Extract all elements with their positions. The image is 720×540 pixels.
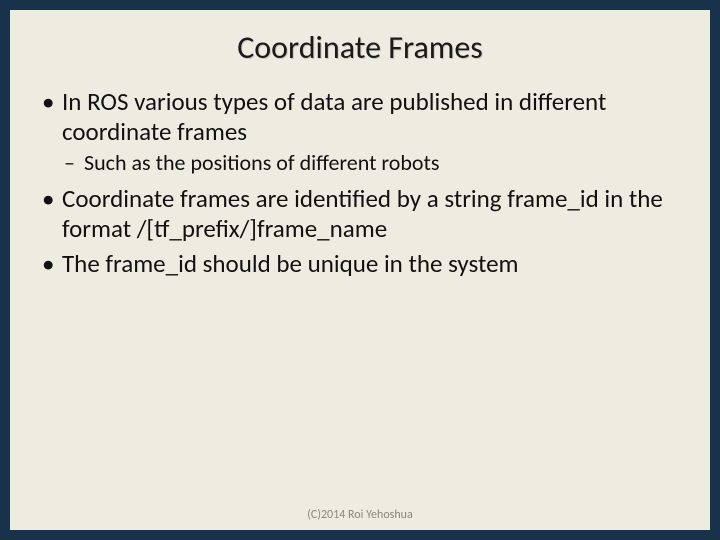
slide-title: Coordinate Frames: [38, 28, 682, 67]
bullet-item: The frame_id should be unique in the sys…: [38, 249, 682, 279]
slide: Coordinate Frames In ROS various types o…: [10, 10, 710, 530]
bullet-list: In ROS various types of data are publish…: [38, 87, 682, 279]
bullet-item: In ROS various types of data are publish…: [38, 87, 682, 176]
sub-bullet-list: Such as the positions of different robot…: [62, 150, 682, 176]
bullet-item: Coordinate frames are identified by a st…: [38, 184, 682, 243]
footer-copyright: (C)2014 Roi Yehoshua: [10, 508, 710, 522]
bullet-text: In ROS various types of data are publish…: [62, 86, 606, 147]
bullet-text: The frame_id should be unique in the sys…: [62, 248, 519, 279]
sub-bullet-item: Such as the positions of different robot…: [62, 150, 682, 176]
bullet-text: Coordinate frames are identified by a st…: [62, 183, 663, 244]
sub-bullet-text: Such as the positions of different robot…: [84, 149, 439, 176]
